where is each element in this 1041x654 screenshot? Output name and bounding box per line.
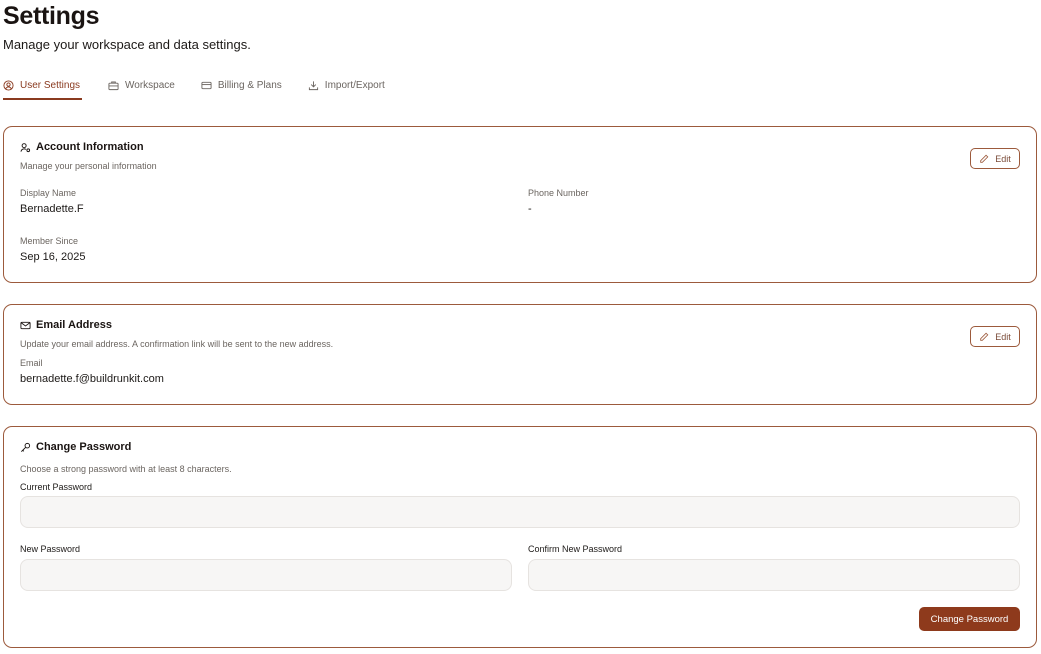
account-information-title: Account Information xyxy=(36,141,144,153)
new-password-label: New Password xyxy=(20,544,81,554)
settings-tabs: User Settings Workspace Billing & Plans … xyxy=(3,70,411,100)
credit-card-icon xyxy=(201,81,212,89)
download-icon xyxy=(308,80,318,90)
pencil-icon xyxy=(980,154,989,163)
tab-label: Workspace xyxy=(125,79,175,91)
change-password-heading: Change Password xyxy=(20,441,131,453)
change-password-card: Change Password Choose a strong password… xyxy=(3,426,1037,648)
briefcase-icon xyxy=(108,81,119,90)
page-title: Settings xyxy=(3,2,100,30)
account-information-description: Manage your personal information xyxy=(20,161,157,171)
current-password-input[interactable] xyxy=(20,496,1020,528)
member-since-value: Sep 16, 2025 xyxy=(20,251,86,263)
tab-user-settings[interactable]: User Settings xyxy=(3,70,83,100)
tab-label: Billing & Plans xyxy=(217,79,282,91)
tab-label: User Settings xyxy=(20,79,81,91)
email-label: Email xyxy=(20,358,43,368)
email-address-title: Email Address xyxy=(36,319,113,331)
tab-label: Import/Export xyxy=(324,79,385,91)
phone-number-label: Phone Number xyxy=(528,188,589,198)
new-password-input[interactable] xyxy=(20,559,512,591)
tab-import-export[interactable]: Import/Export xyxy=(308,70,385,100)
edit-email-button[interactable]: Edit xyxy=(970,326,1020,347)
user-circle-icon xyxy=(3,79,14,91)
email-address-description: Update your email address. A confirmatio… xyxy=(20,339,334,349)
edit-label: Edit xyxy=(995,153,1011,164)
email-value: bernadette.f@buildrunkit.com xyxy=(20,373,164,385)
edit-label: Edit xyxy=(995,331,1011,342)
page-subtitle: Manage your workspace and data settings. xyxy=(3,37,251,52)
mail-icon xyxy=(20,321,31,329)
email-address-heading: Email Address xyxy=(20,319,112,331)
display-name-value: Bernadette.F xyxy=(20,203,84,215)
change-password-title: Change Password xyxy=(36,441,132,453)
user-settings-icon xyxy=(20,142,31,152)
phone-number-value: - xyxy=(528,203,532,215)
current-password-label: Current Password xyxy=(20,482,93,492)
pencil-icon xyxy=(980,332,989,341)
account-information-card: Account Information Manage your personal… xyxy=(3,126,1037,283)
tab-workspace[interactable]: Workspace xyxy=(108,70,175,100)
display-name-label: Display Name xyxy=(20,188,77,198)
edit-account-button[interactable]: Edit xyxy=(970,148,1020,169)
key-icon xyxy=(21,442,31,452)
tab-billing-plans[interactable]: Billing & Plans xyxy=(201,70,282,100)
confirm-password-input[interactable] xyxy=(528,559,1020,591)
email-address-card: Email Address Update your email address.… xyxy=(3,304,1037,405)
member-since-label: Member Since xyxy=(20,236,79,246)
change-password-description: Choose a strong password with at least 8… xyxy=(20,464,232,474)
account-information-heading: Account Information xyxy=(20,141,144,153)
change-password-button[interactable]: Change Password xyxy=(919,607,1020,631)
confirm-password-label: Confirm New Password xyxy=(528,544,623,554)
